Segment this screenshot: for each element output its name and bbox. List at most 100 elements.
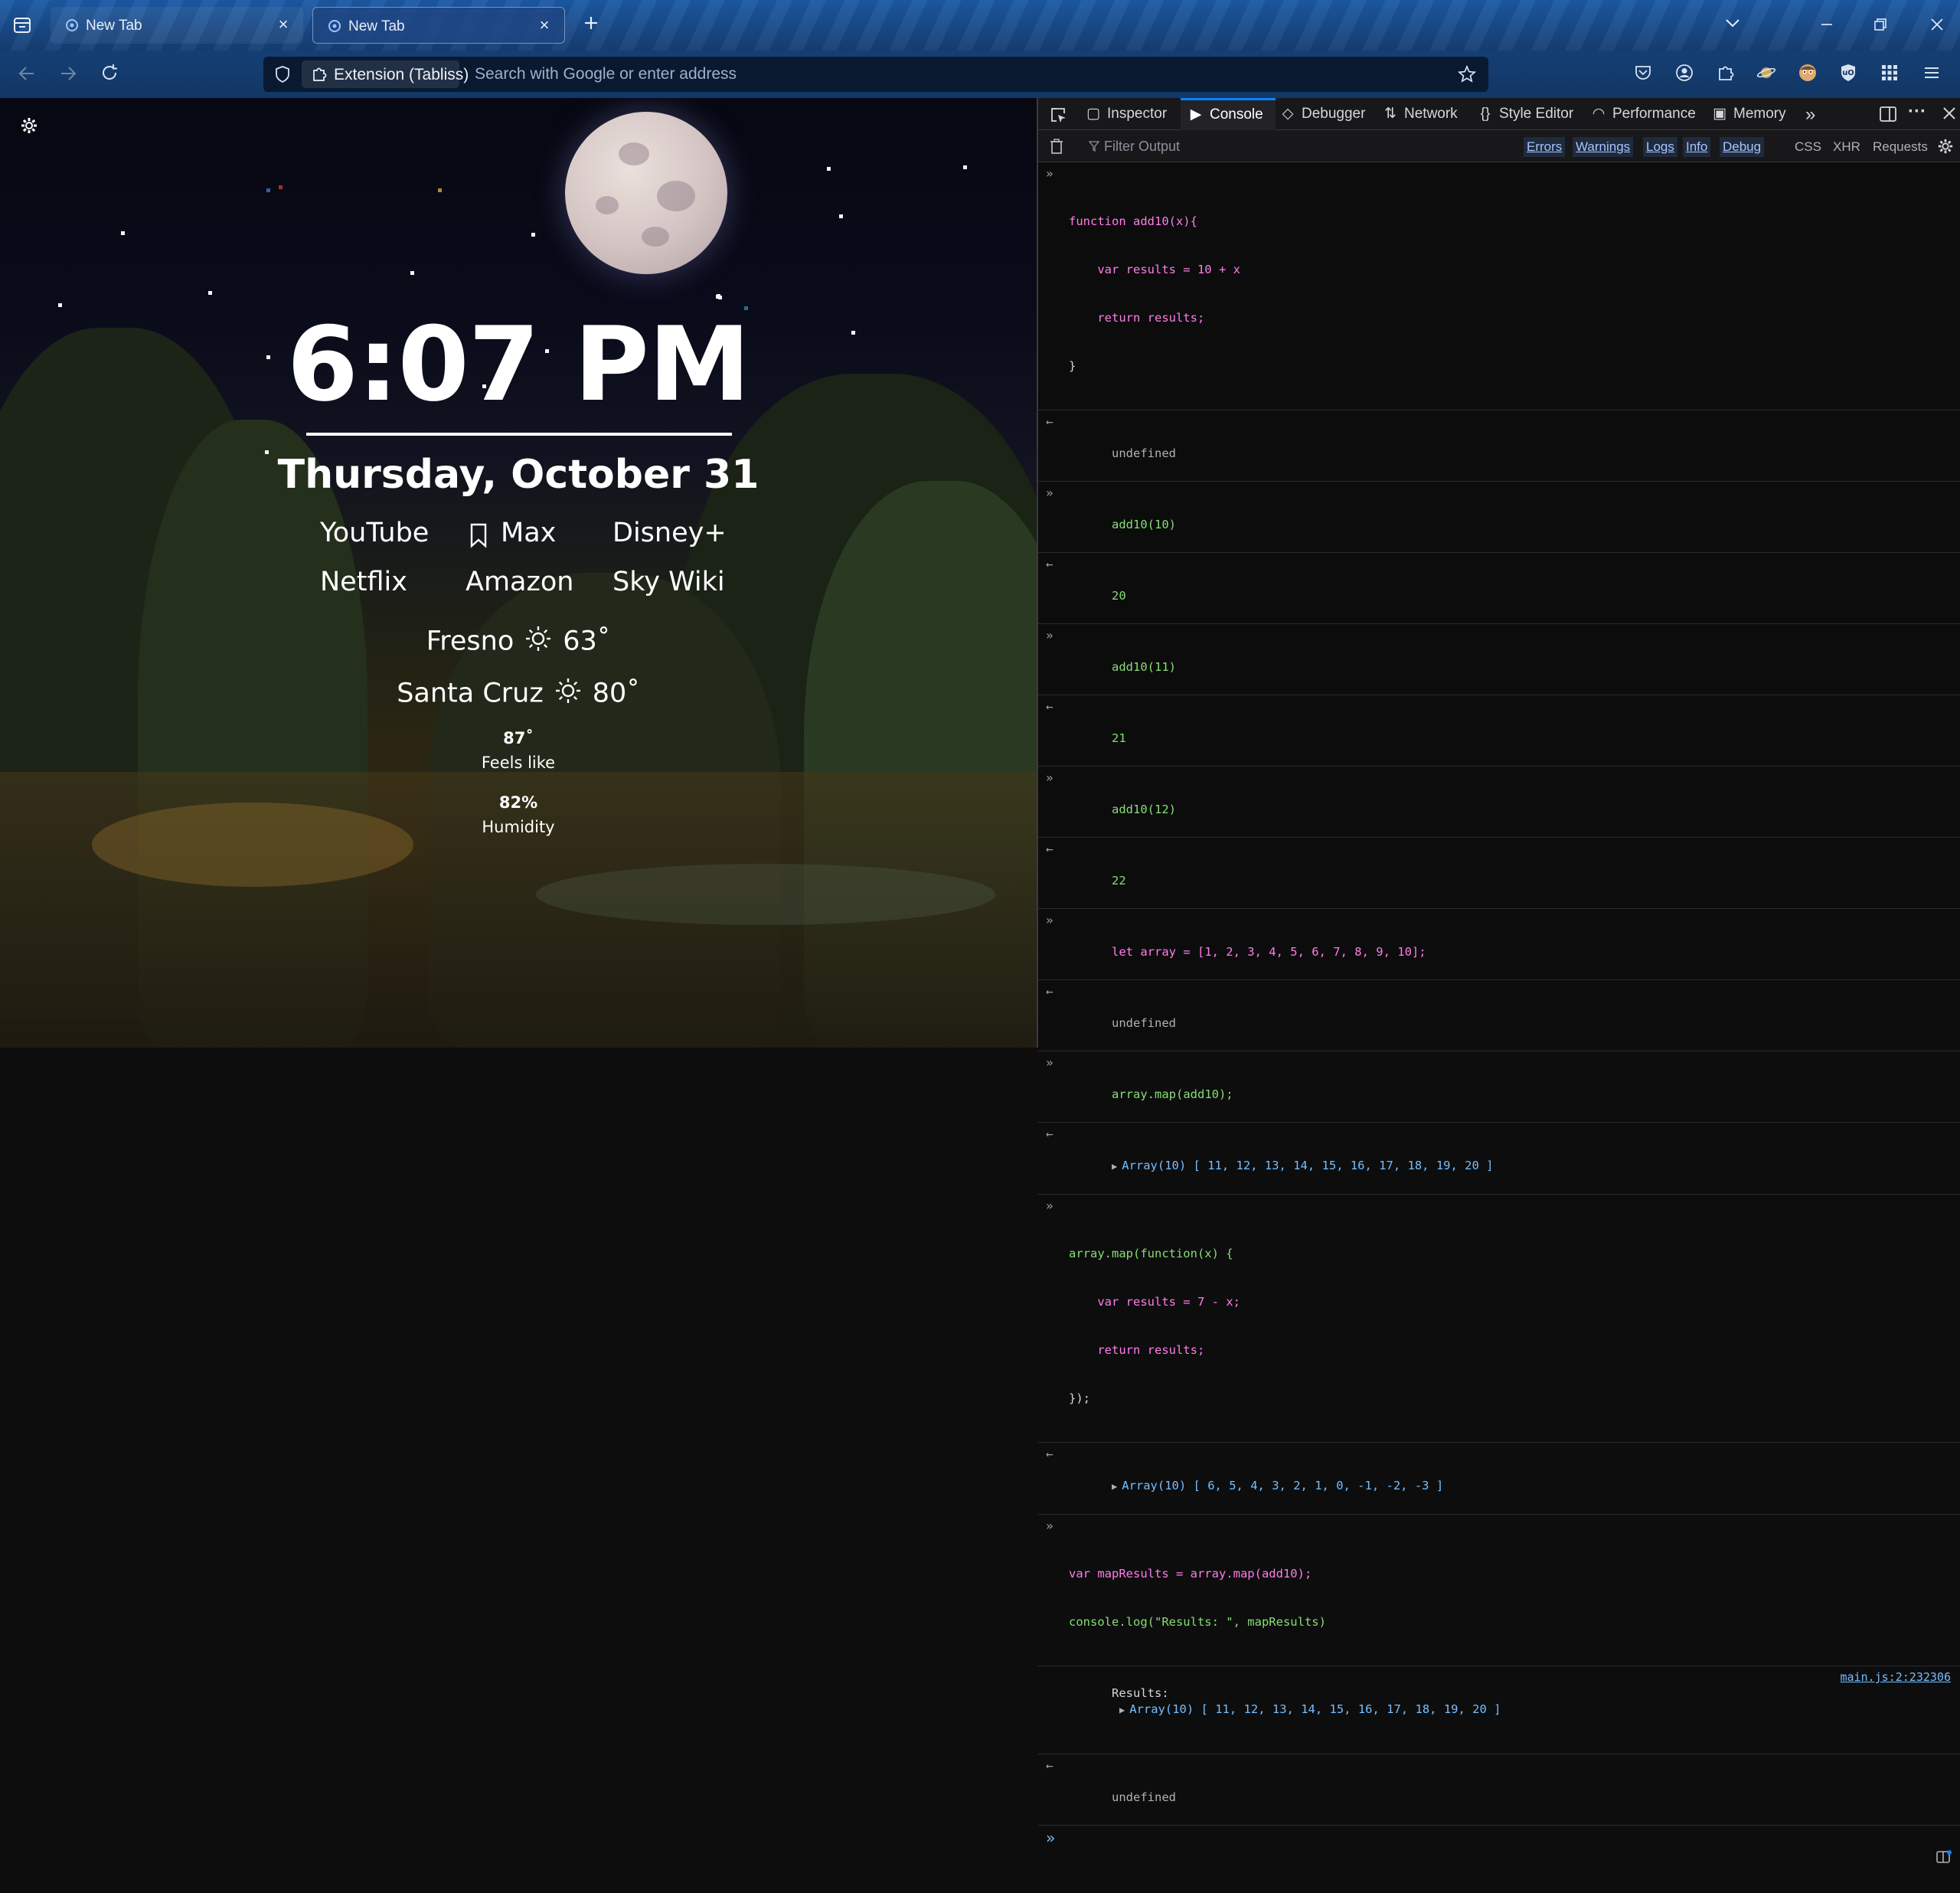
expand-triangle-icon[interactable]: ▶ <box>1112 1481 1117 1492</box>
style-braces-icon: {} <box>1480 106 1491 122</box>
weather-city: Santa Cruz <box>397 678 544 709</box>
tab-network[interactable]: ⇅ Network <box>1383 98 1458 130</box>
filter-xhr-toggle[interactable]: XHR <box>1830 137 1864 157</box>
link-netflix[interactable]: Netflix <box>320 567 407 597</box>
tab-new-tab-2[interactable]: New Tab × <box>312 7 565 44</box>
restore-window-icon[interactable] <box>1873 17 1888 36</box>
link-disney-plus[interactable]: Disney+ <box>612 518 727 548</box>
console-result-row: ← 21 <box>1038 695 1960 767</box>
close-tab-icon[interactable]: × <box>274 15 292 34</box>
console-input-row[interactable]: » add10(10) <box>1038 482 1960 553</box>
more-tools-chevron-icon[interactable]: » <box>1805 104 1815 126</box>
expand-triangle-icon[interactable]: ▶ <box>1112 1161 1117 1172</box>
hamburger-menu-icon[interactable] <box>1923 64 1940 85</box>
account-icon[interactable] <box>1675 64 1694 86</box>
avatar-extension-icon[interactable] <box>1798 63 1818 87</box>
tab-label: Console <box>1210 106 1263 123</box>
console-input-row[interactable]: » add10(11) <box>1038 624 1960 695</box>
dock-side-icon[interactable] <box>1879 106 1897 126</box>
console-input-row[interactable]: » let array = [1, 2, 3, 4, 5, 6, 7, 8, 9… <box>1038 909 1960 980</box>
list-all-tabs-chevron-icon[interactable] <box>1724 17 1741 33</box>
tab-new-tab-1[interactable]: New Tab × <box>51 7 303 44</box>
tab-label: Inspector <box>1107 106 1168 122</box>
back-arrow-icon[interactable] <box>17 64 37 87</box>
ublock-origin-icon[interactable]: uO <box>1839 63 1857 87</box>
console-result-row[interactable]: ← ▶ Array(10) [ 6, 5, 4, 3, 2, 1, 0, -1, … <box>1038 1443 1960 1515</box>
more-options-ellipsis-icon[interactable]: ··· <box>1908 101 1926 123</box>
tab-label: Memory <box>1733 106 1786 122</box>
log-source-link[interactable]: main.js:2:232306 <box>1841 1669 1952 1685</box>
console-input-row[interactable]: » add10(12) <box>1038 767 1960 838</box>
result-arrow-icon: ← <box>1046 1447 1054 1461</box>
close-window-icon[interactable] <box>1929 17 1945 36</box>
code-line: var results = 7 - x; <box>1069 1295 1240 1309</box>
result-value: 21 <box>1112 731 1126 745</box>
weather-row-santa-cruz: Santa Cruz 80˚ <box>0 677 1037 711</box>
filter-warnings-toggle[interactable]: Warnings <box>1573 137 1634 157</box>
filter-logs-toggle[interactable]: Logs <box>1643 137 1677 157</box>
console-result-row: ← 20 <box>1038 553 1960 624</box>
pocket-icon[interactable] <box>1634 64 1652 86</box>
link-sky-wiki[interactable]: Sky Wiki <box>612 567 725 597</box>
tab-console[interactable]: ▶ Console <box>1181 98 1276 130</box>
time-underline-divider <box>306 433 732 436</box>
minimize-window-icon[interactable] <box>1819 17 1834 36</box>
planet-extension-icon[interactable] <box>1756 64 1776 86</box>
filter-info-toggle[interactable]: Info <box>1683 137 1711 157</box>
input-chevron-icon: » <box>1046 1519 1054 1533</box>
extension-identity-chip[interactable]: Extension (Tabliss) <box>302 60 469 88</box>
console-input-row[interactable]: » function add10(x){ var results = 10 + … <box>1038 162 1960 410</box>
shield-icon[interactable] <box>274 65 291 87</box>
console-input-row[interactable]: » array.map(add10); <box>1038 1051 1960 1123</box>
tab-memory[interactable]: ▣ Memory <box>1712 98 1786 130</box>
close-tab-icon[interactable]: × <box>535 16 554 34</box>
input-chevron-icon: » <box>1046 628 1054 642</box>
prompt-chevron-icon: » <box>1046 1829 1056 1847</box>
link-amazon[interactable]: Amazon <box>466 567 573 597</box>
console-input-row[interactable]: » var mapResults = array.map(add10); con… <box>1038 1515 1960 1666</box>
extension-label: Extension (Tabliss) <box>334 66 469 83</box>
filter-css-toggle[interactable]: CSS <box>1792 137 1824 157</box>
weather-city: Fresno <box>426 626 514 657</box>
bookmark-star-icon[interactable] <box>1457 64 1477 87</box>
result-value: undefined <box>1112 1016 1176 1030</box>
tab-performance[interactable]: ◠ Performance <box>1591 98 1696 130</box>
code-line: function add10(x){ <box>1069 214 1197 228</box>
expand-triangle-icon[interactable]: ▶ <box>1119 1705 1125 1715</box>
console-prompt-row[interactable]: » <box>1038 1826 1960 1863</box>
console-settings-gear-icon[interactable] <box>1937 138 1954 159</box>
extensions-puzzle-icon[interactable] <box>1717 64 1735 86</box>
link-max[interactable]: Max <box>501 518 556 548</box>
filter-debug-toggle[interactable]: Debug <box>1720 137 1765 157</box>
console-result-row: ← undefined <box>1038 410 1960 482</box>
trash-clear-icon[interactable] <box>1049 138 1064 159</box>
tab-list-icon[interactable] <box>12 15 32 39</box>
element-picker-icon[interactable] <box>1049 106 1067 128</box>
console-input-row[interactable]: » array.map(function(x) { var results = … <box>1038 1195 1960 1443</box>
reload-icon[interactable] <box>100 63 119 87</box>
filter-output-input[interactable] <box>1104 135 1410 158</box>
tab-style-editor[interactable]: {} Style Editor <box>1478 98 1574 130</box>
settings-gear-icon[interactable] <box>20 116 38 139</box>
editor-mode-toggle-icon[interactable] <box>1878 1833 1952 1885</box>
console-output: » function add10(x){ var results = 10 + … <box>1038 162 1960 1863</box>
link-youtube[interactable]: YouTube <box>320 518 429 548</box>
code-line: add10(10) <box>1112 518 1176 531</box>
apps-grid-icon[interactable] <box>1880 64 1899 86</box>
url-input[interactable] <box>475 57 1439 92</box>
filter-requests-toggle[interactable]: Requests <box>1870 137 1931 157</box>
tab-debugger[interactable]: ◇ Debugger <box>1280 98 1366 130</box>
close-devtools-icon[interactable] <box>1942 106 1957 125</box>
input-chevron-icon: » <box>1046 913 1054 927</box>
new-tab-plus-icon[interactable] <box>582 14 600 36</box>
result-arrow-icon: ← <box>1046 1758 1054 1773</box>
console-log-row[interactable]: Results: ▶ Array(10) [ 11, 12, 13, 14, 15… <box>1038 1666 1960 1754</box>
tab-label: Style Editor <box>1499 106 1574 122</box>
svg-text:uO: uO <box>1842 69 1854 77</box>
address-bar[interactable]: Extension (Tabliss) <box>263 57 1488 92</box>
filter-errors-toggle[interactable]: Errors <box>1524 137 1566 157</box>
tab-inspector[interactable]: ▢ Inspector <box>1086 98 1167 130</box>
console-result-row[interactable]: ← ▶ Array(10) [ 11, 12, 13, 14, 15, 16, 1… <box>1038 1123 1960 1195</box>
result-arrow-icon: ← <box>1046 1126 1054 1141</box>
forward-arrow-icon[interactable] <box>58 64 78 87</box>
